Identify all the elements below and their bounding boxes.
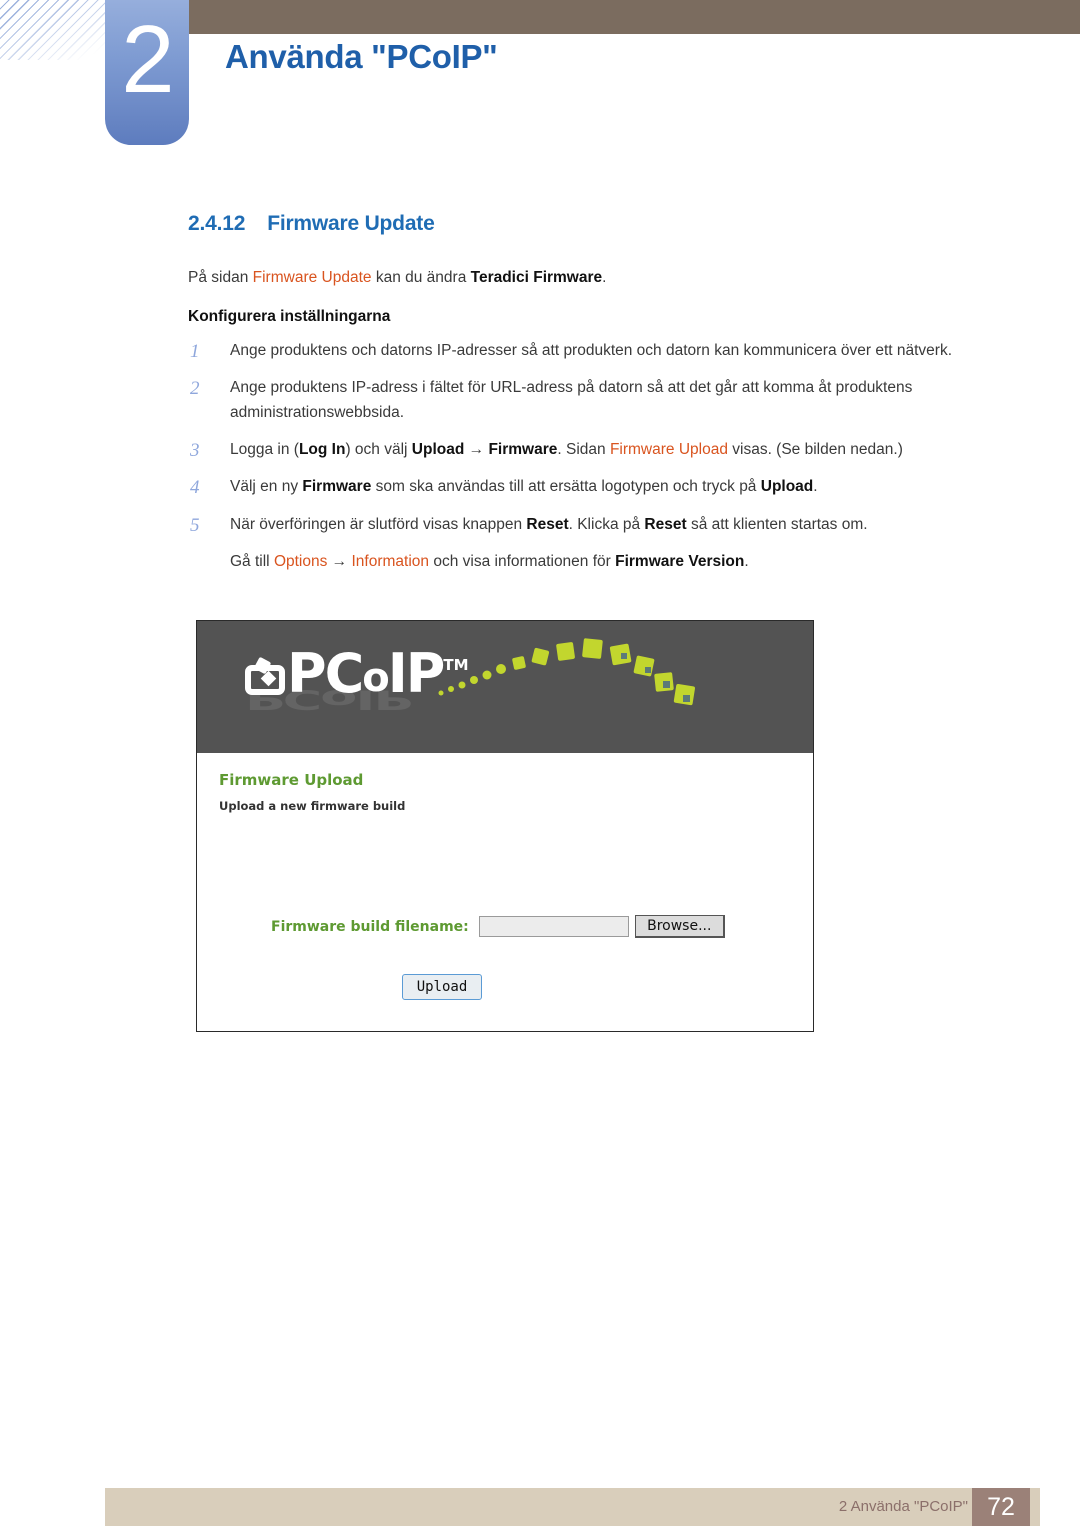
camera-icon (245, 665, 285, 695)
step-5-run-3: Reset (644, 515, 687, 533)
step-extra-run-6: . (744, 552, 749, 570)
step-extra-run-1: Options (273, 552, 328, 570)
step-5-run-4: så att klienten startas om. (686, 515, 868, 533)
step-4-run-1: Firmware (302, 478, 372, 496)
step-number: 1 (190, 341, 200, 363)
instruction-step: 2 Ange produktens IP-adress i fältet för … (188, 375, 1008, 425)
section-number: 2.4.12 (188, 212, 246, 235)
header-brown-bar (170, 0, 1080, 34)
step-extra-run-0: Gå till (230, 552, 274, 570)
footer-bar: 2 Använda "PCoIP" 72 (105, 1488, 1040, 1526)
page-title: Använda "PCoIP" (225, 38, 498, 75)
step-extra-run-2: → (327, 552, 352, 570)
step-1-run-0: Ange produktens och datorns IP-adresser … (230, 342, 953, 360)
footer-chapter-label: 2 Använda "PCoIP" (838, 1498, 968, 1515)
step-extra-run-3: Information (351, 552, 430, 570)
step-extra-note: Gå till Options → Information och visa i… (188, 549, 1008, 574)
step-extra-run-4: och visa informationen för (429, 552, 616, 570)
step-3-run-5: Firmware (488, 441, 558, 459)
firmware-build-form-row: Firmware build filename: Browse... (219, 915, 793, 938)
step-4-run-2: som ska användas till att ersätta logoty… (371, 478, 761, 496)
step-text: Ange produktens och datorns IP-adresser … (230, 342, 952, 359)
upload-button-row: Upload (219, 974, 793, 1000)
embedded-screenshot-firmware-upload: PCoIP PCoIPTM Firmware Upload Upload a n… (196, 620, 814, 1032)
section-title: Firmware Update (267, 212, 435, 235)
instruction-steps-list: 1 Ange produktens och datorns IP-adresser… (188, 338, 1008, 537)
step-text: Logga in (Log In) och välj Upload → Firm… (230, 441, 903, 458)
page-number-badge: 72 (972, 1488, 1030, 1526)
step-3-run-6: . Sidan (557, 441, 610, 459)
instruction-step: 3 Logga in (Log In) och välj Upload → Fir… (188, 437, 1008, 462)
step-3-run-1: Log In (298, 441, 346, 459)
step-4-run-0: Välj en ny (230, 478, 303, 496)
step-3-run-8: visas. (Se bilden nedan.) (727, 441, 903, 459)
section-heading: 2.4.12 Firmware Update (188, 212, 1008, 236)
browse-button[interactable]: Browse... (634, 915, 725, 938)
intro-pre: På sidan (188, 269, 253, 286)
step-number: 5 (190, 514, 200, 536)
chapter-number-badge: 2 (105, 0, 189, 145)
intro-post: . (602, 269, 607, 286)
firmware-build-filename-input[interactable] (478, 916, 629, 937)
intro-paragraph: På sidan Firmware Update kan du ändra Te… (188, 266, 1008, 290)
step-3-run-3: Upload (411, 441, 465, 459)
intro-bold-teradici: Teradici Firmware (470, 269, 603, 286)
firmware-build-filename-label: Firmware build filename: (271, 918, 469, 935)
instruction-step: 5 När överföringen är slutförd visas knap… (188, 512, 1008, 537)
instruction-step: 1 Ange produktens och datorns IP-adresser… (188, 338, 1008, 363)
step-3-run-4: → (464, 441, 489, 459)
intro-mid: kan du ändra (371, 269, 471, 286)
step-4-run-3: Upload (760, 478, 814, 496)
firmware-upload-heading: Firmware Upload (219, 771, 364, 789)
step-text: När överföringen är slutförd visas knapp… (230, 516, 868, 533)
step-3-run-7: Firmware Upload (609, 441, 728, 459)
firmware-upload-subtext: Upload a new firmware build (219, 799, 406, 813)
step-number: 3 (190, 440, 200, 462)
step-number: 2 (190, 378, 200, 400)
step-5-run-0: När överföringen är slutförd visas knapp… (230, 515, 527, 533)
instruction-step: 4 Välj en ny Firmware som ska användas ti… (188, 474, 1008, 499)
decorative-hatch-pattern (0, 0, 118, 60)
upload-button[interactable]: Upload (401, 974, 483, 1000)
step-extra-run-5: Firmware Version (615, 552, 745, 570)
logo-o-text: o (362, 655, 390, 701)
logo-pc-text: PC (287, 642, 364, 705)
main-content: 2.4.12 Firmware Update På sidan Firmware … (188, 212, 1008, 574)
step-5-run-1: Reset (526, 515, 569, 533)
firmware-upload-panel: Firmware Upload Upload a new firmware bu… (197, 753, 813, 1000)
step-number: 4 (190, 477, 200, 499)
pixel-arc-graphic (438, 638, 695, 706)
step-text: Välj en ny Firmware som ska användas til… (230, 478, 818, 495)
step-3-run-0: Logga in ( (230, 441, 299, 459)
step-2-run-0: Ange produktens IP-adress i fältet för U… (230, 379, 913, 422)
pcoip-banner: PCoIP PCoIPTM (197, 621, 813, 753)
step-text: Ange produktens IP-adress i fältet för U… (230, 379, 912, 421)
subsection-heading: Konfigurera inställningarna (188, 308, 391, 326)
step-4-run-4: . (813, 478, 818, 496)
step-3-run-2: ) och välj (345, 441, 412, 459)
step-5-run-2: . Klicka på (568, 515, 645, 533)
intro-link-firmware-update: Firmware Update (252, 269, 372, 286)
